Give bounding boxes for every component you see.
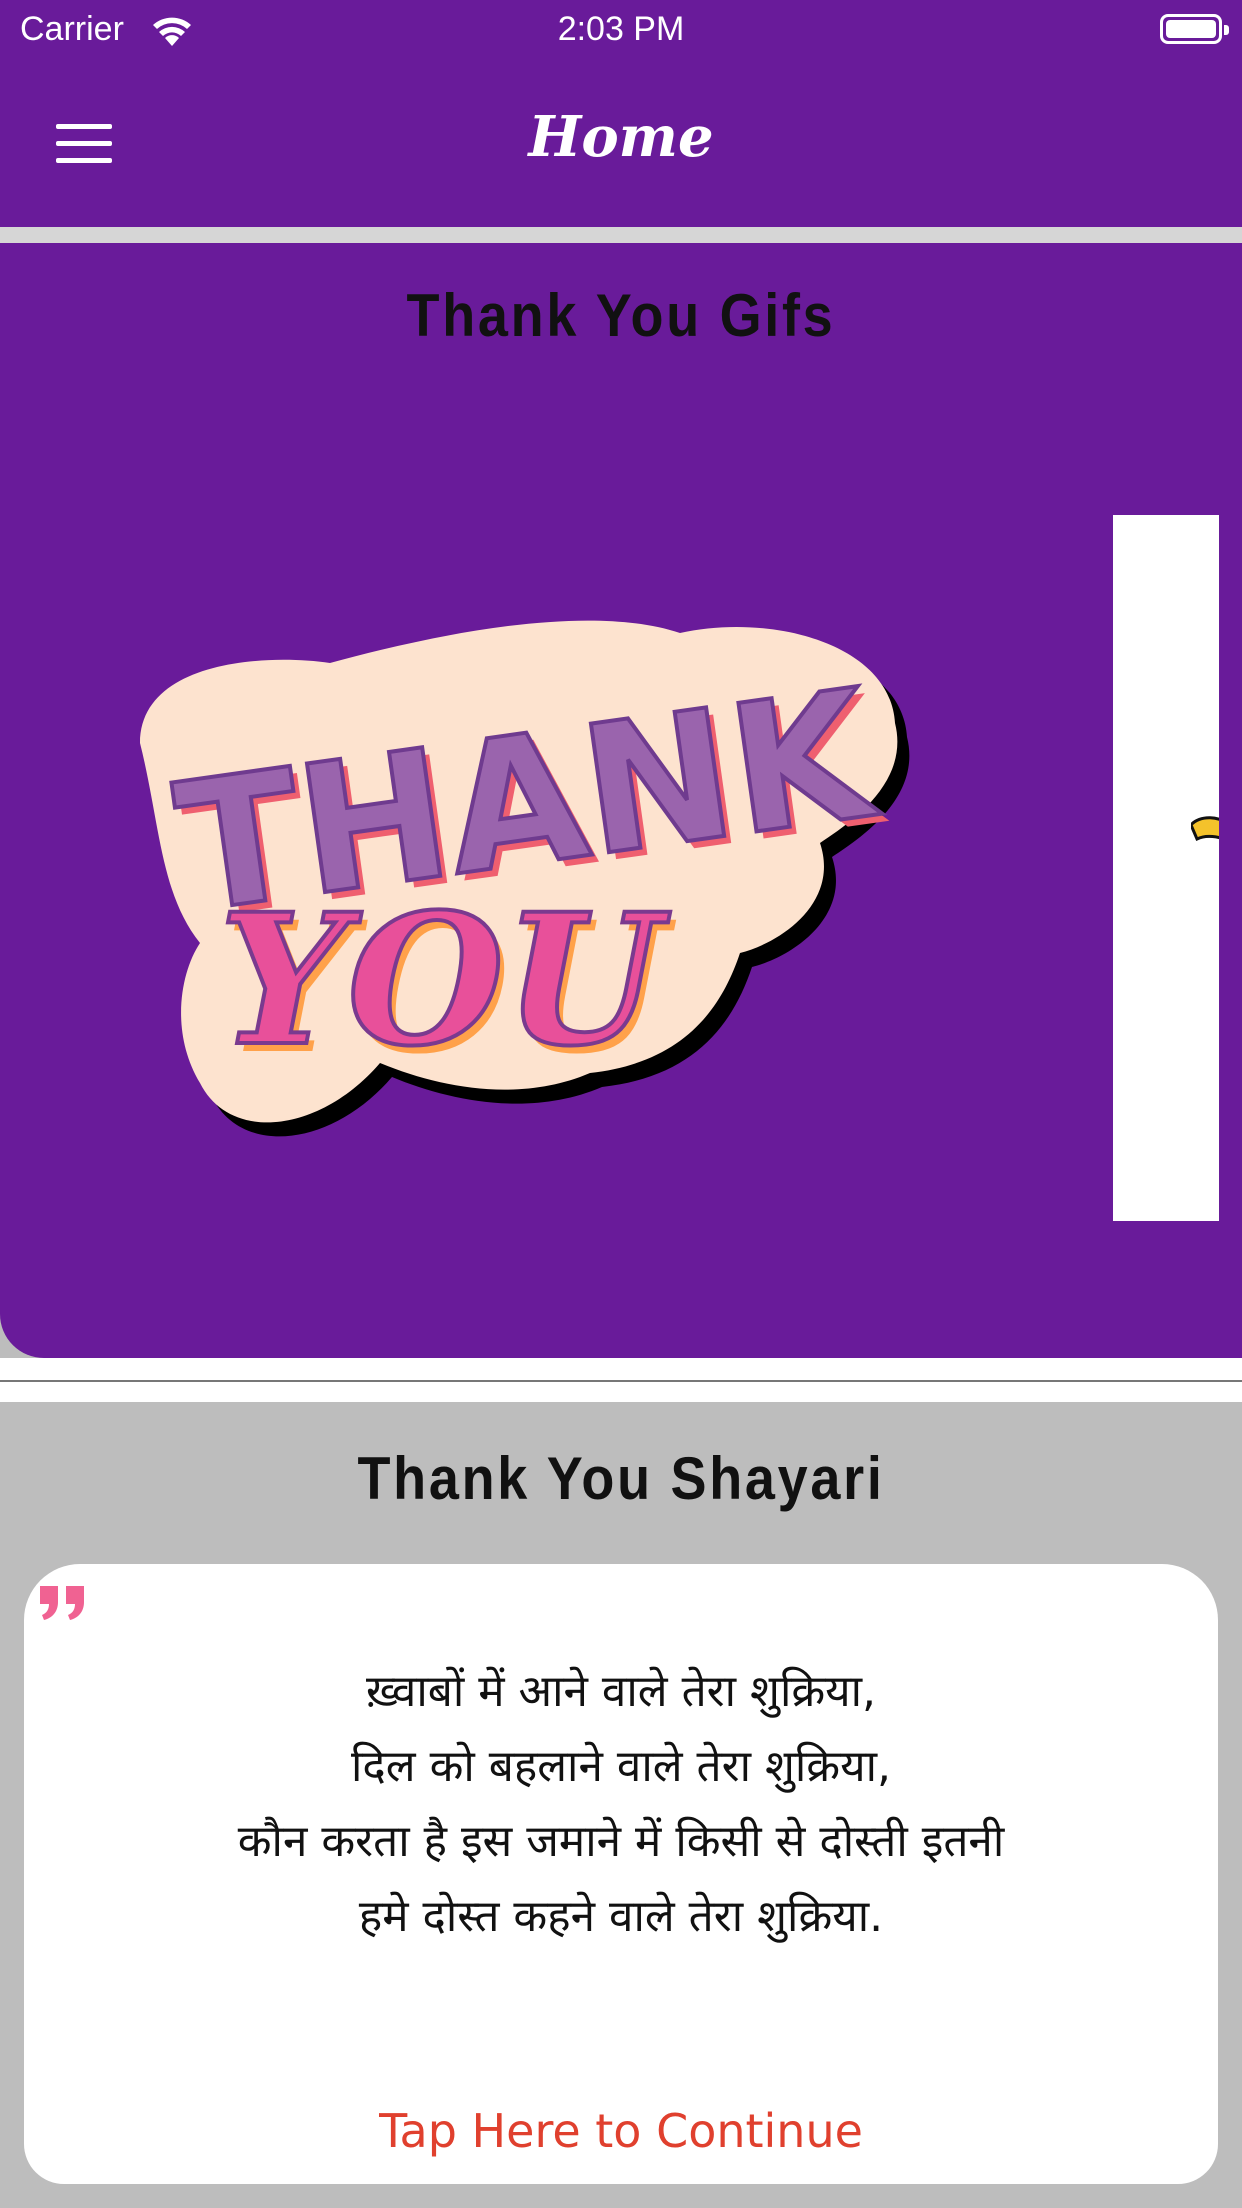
shayari-section-title: Thank You Shayari (357, 1445, 885, 1512)
battery-icon (1160, 14, 1229, 44)
navigation-bar: Home (0, 62, 1242, 227)
nav-divider (0, 227, 1242, 243)
tap-to-continue-link[interactable]: Tap Here to Continue (24, 2104, 1218, 2158)
status-time: 2:03 PM (557, 10, 685, 48)
thank-you-shayari-section: Thank You Shayari ख़्वाबों में आने वाले … (0, 1402, 1242, 2208)
shayari-text: ख़्वाबों में आने वाले तेरा शुक्रिया, दिल… (24, 1654, 1218, 1954)
shayari-line: हमे दोस्त कहने वाले तेरा शुक्रिया. (358, 1891, 884, 1942)
quote-icon (40, 1586, 84, 1620)
gifs-section-title: Thank You Gifs (406, 282, 836, 349)
section-separator (0, 1358, 1242, 1380)
next-gif-card[interactable] (1113, 515, 1219, 1221)
shayari-line: दिल को बहलाने वाले तेरा शुक्रिया, (350, 1741, 892, 1792)
thank-you-gifs-section: Thank You Gifs THANK THANK YOU YOU (0, 243, 1242, 1358)
gif-fragment-icon (1191, 816, 1219, 842)
status-bar: Carrier 2:03 PM (0, 0, 1242, 62)
thank-you-gif-image[interactable]: THANK THANK YOU YOU (120, 543, 1020, 1163)
shayari-line: कौन करता है इस जमाने में किसी से दोस्ती … (237, 1816, 1005, 1867)
separator-spacer (0, 1382, 1242, 1402)
sticker-text-you: YOU (219, 875, 671, 1086)
shayari-line: ख़्वाबों में आने वाले तेरा शुक्रिया, (365, 1666, 877, 1717)
page-title: Home (528, 104, 714, 170)
shayari-card[interactable]: ख़्वाबों में आने वाले तेरा शुक्रिया, दिल… (24, 1564, 1218, 2184)
